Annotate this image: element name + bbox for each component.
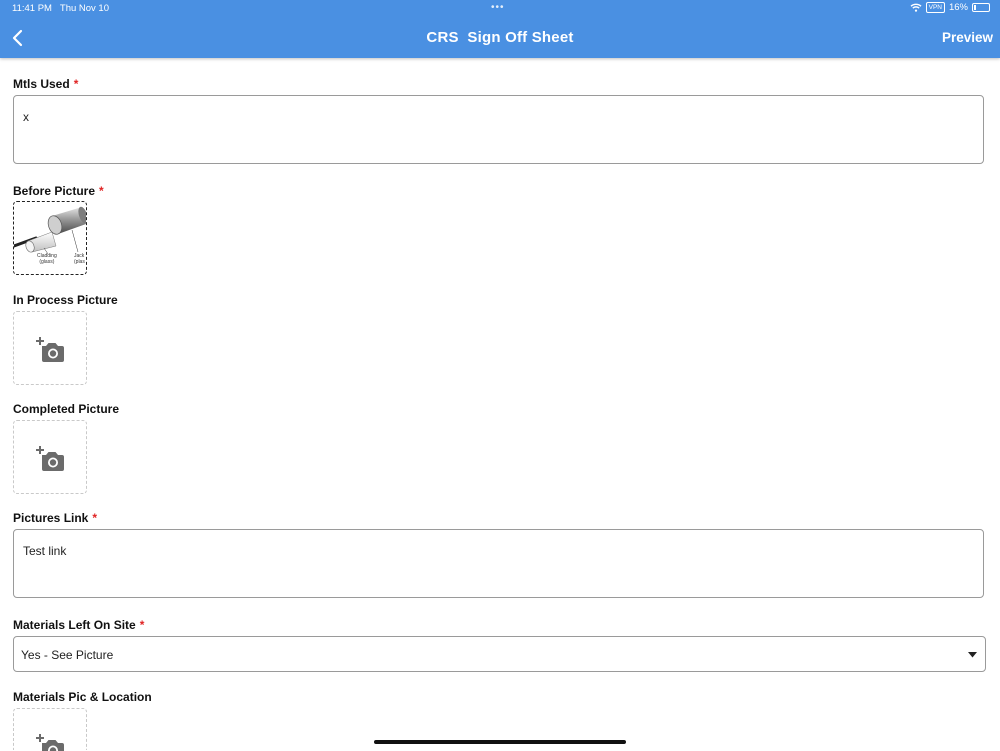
materials-left-on-site-select[interactable]: Yes - See Picture — [13, 636, 986, 672]
preview-button[interactable]: Preview — [942, 30, 993, 45]
status-time: 11:41 PM Thu Nov 10 — [12, 3, 109, 14]
app-header: 11:41 PM Thu Nov 10 ••• VPN 16% CRS Sign… — [0, 0, 1000, 58]
materials-pic-location-label: Materials Pic & Location — [13, 690, 152, 704]
image-caption-right: Jack (plas — [74, 253, 85, 265]
add-photo-icon — [36, 733, 66, 751]
add-photo-icon — [36, 336, 66, 364]
status-indicators: VPN 16% — [910, 2, 990, 13]
caret-down-icon — [968, 652, 977, 658]
before-picture-thumbnail[interactable]: Cladding (glass) Jack (plas — [13, 201, 87, 275]
multitasking-dots-icon[interactable]: ••• — [491, 2, 505, 13]
completed-picture-upload[interactable] — [13, 420, 87, 494]
required-mark: * — [92, 511, 97, 525]
mtls-used-label: Mtls Used* — [13, 77, 78, 91]
materials-pic-location-upload[interactable] — [13, 708, 87, 750]
materials-left-on-site-label: Materials Left On Site* — [13, 618, 144, 632]
page-title: CRS Sign Off Sheet — [0, 29, 1000, 46]
mtls-used-field[interactable]: x — [13, 95, 984, 164]
required-mark: * — [99, 184, 104, 198]
in-process-picture-upload[interactable] — [13, 311, 87, 385]
selected-value: Yes - See Picture — [21, 648, 113, 662]
pictures-link-label: Pictures Link* — [13, 511, 97, 525]
before-picture-label: Before Picture* — [13, 184, 104, 198]
pictures-link-field[interactable]: Test link — [13, 529, 984, 598]
battery-icon — [972, 3, 990, 12]
add-photo-icon — [36, 445, 66, 473]
battery-percent: 16% — [949, 2, 968, 13]
in-process-picture-label: In Process Picture — [13, 293, 118, 307]
completed-picture-label: Completed Picture — [13, 402, 119, 416]
required-mark: * — [140, 618, 145, 632]
wifi-icon — [910, 3, 922, 12]
vpn-badge: VPN — [926, 2, 945, 13]
required-mark: * — [74, 77, 79, 91]
home-indicator[interactable] — [374, 740, 626, 744]
image-caption-left: Cladding (glass) — [37, 253, 57, 265]
